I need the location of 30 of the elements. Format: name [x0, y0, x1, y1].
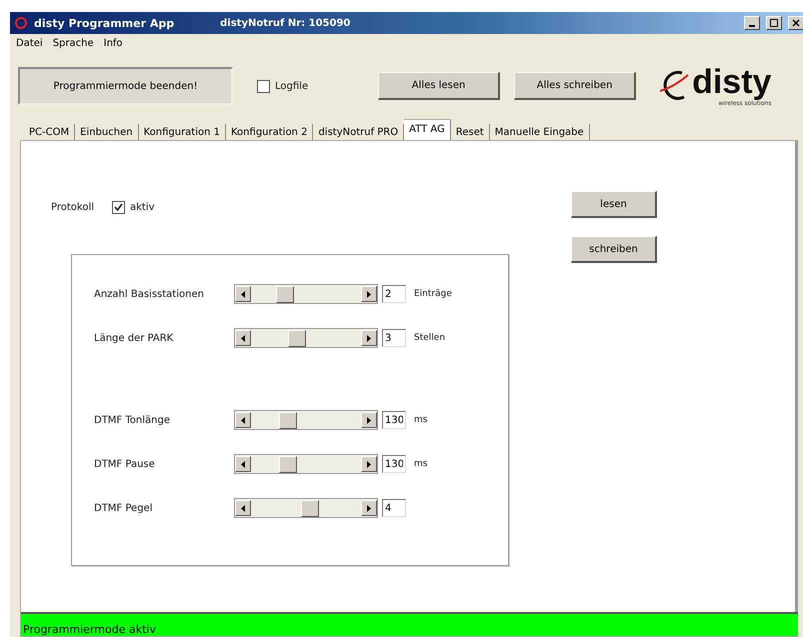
protocol-label: Protokoll: [51, 202, 94, 213]
unit-label: ms: [414, 459, 428, 469]
value-field[interactable]: 130: [382, 455, 406, 473]
unit-label: ms: [414, 415, 428, 425]
action-button[interactable]: schreiben: [571, 236, 657, 263]
menu-item[interactable]: Info: [104, 38, 123, 49]
checkbox-label: aktiv: [130, 202, 155, 213]
unit-label: Einträge: [414, 289, 452, 299]
value-field[interactable]: 3: [382, 329, 406, 347]
checkbox-label: Logfile: [275, 80, 308, 92]
status-text: Programmiermode aktiv: [23, 623, 156, 636]
slider-label: Länge der PARK: [94, 332, 174, 344]
tab[interactable]: ATT AG: [404, 119, 451, 140]
menu-item[interactable]: Sprache: [52, 38, 94, 49]
slider-label: Anzahl Basisstationen: [94, 288, 205, 300]
slider-label: DTMF Tonlänge: [94, 414, 171, 426]
slider-label: DTMF Pegel: [94, 502, 154, 514]
unit-label: Stellen: [414, 333, 446, 343]
slider-label: DTMF Pause: [94, 458, 156, 470]
logo-text: disty: [692, 65, 772, 99]
mode-button[interactable]: Programmiermode beenden!: [18, 67, 233, 105]
window-title: disty Programmer App: [34, 16, 174, 30]
window-subtitle: distyNotruf Nr: 105090: [220, 18, 352, 28]
menu-item[interactable]: Datei: [16, 38, 43, 49]
value-field[interactable]: 4: [382, 499, 406, 517]
value-field[interactable]: 2: [382, 285, 406, 303]
action-button[interactable]: lesen: [571, 191, 657, 218]
value-field[interactable]: 130: [382, 411, 406, 429]
toolbar-button[interactable]: Alles lesen: [378, 72, 500, 100]
toolbar-button[interactable]: Alles schreiben: [514, 72, 636, 100]
